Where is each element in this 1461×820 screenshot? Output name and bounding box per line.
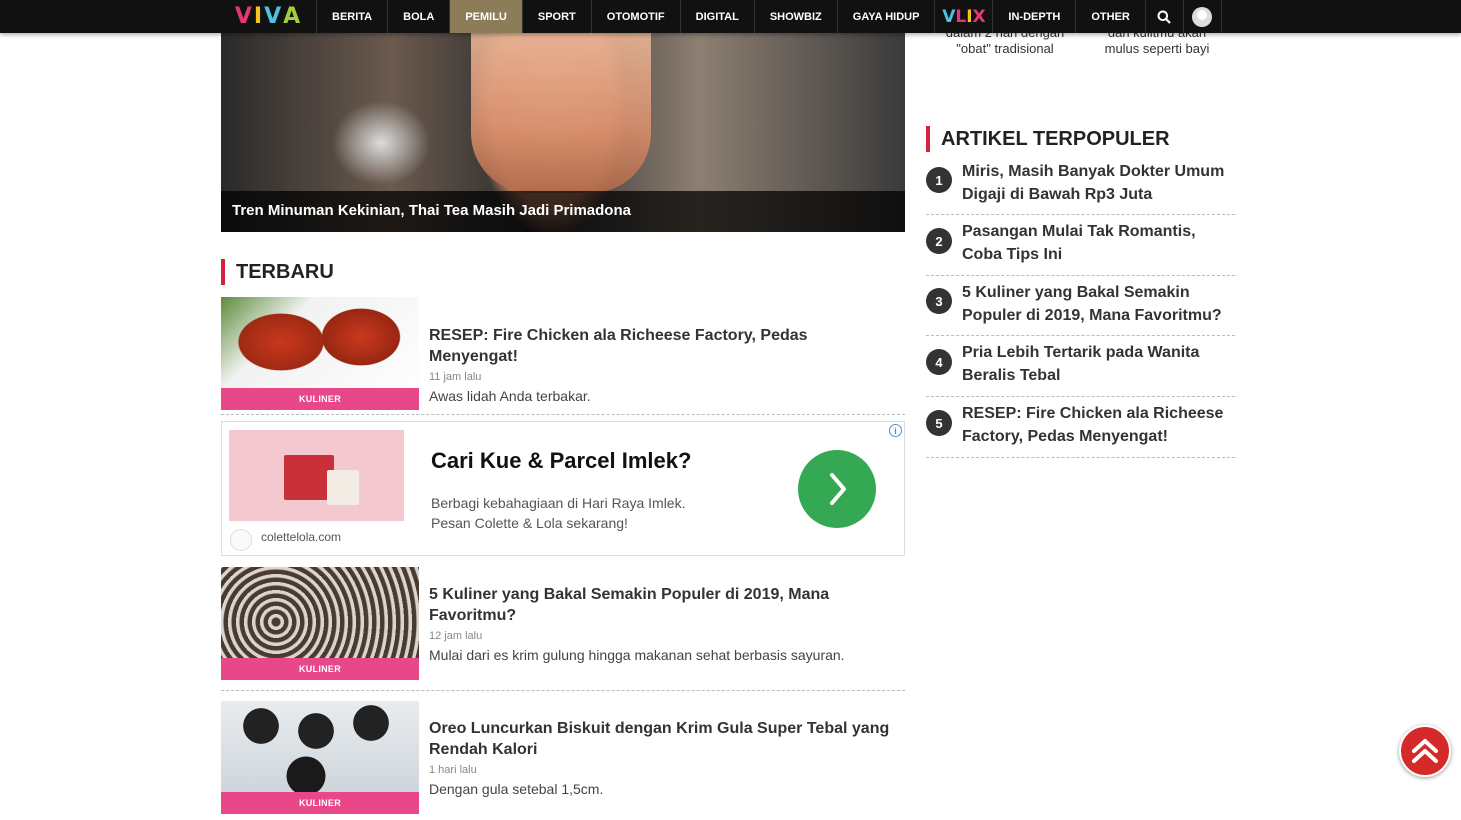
search-button[interactable] [1146,0,1184,33]
popular-item[interactable]: 3 5 Kuliner yang Bakal Semakin Populer d… [926,276,1235,336]
section-title-text: TERBARU [236,260,334,283]
article-title[interactable]: Oreo Luncurkan Biskuit dengan Krim Gula … [429,718,899,760]
popular-item-title[interactable]: Pasangan Mulai Tak Romantis, Coba Tips I… [962,221,1232,266]
nav-item-berita[interactable]: BERITA [317,0,389,33]
popular-item[interactable]: 2 Pasangan Mulai Tak Romantis, Coba Tips… [926,215,1235,276]
double-chevron-up-icon [1412,739,1438,763]
article-body: 5 Kuliner yang Bakal Semakin Populer di … [429,584,899,663]
article-thumbnail[interactable]: KULINER [221,701,419,814]
section-title-text: ARTIKEL TERPOPULER [941,127,1170,150]
popular-item[interactable]: 5 RESEP: Fire Chicken ala Richeese Facto… [926,397,1235,458]
article-time: 12 jam lalu [429,630,483,642]
user-account-button[interactable] [1184,0,1222,33]
ad-open-button[interactable] [798,450,876,528]
logo-letter: I [253,4,265,29]
popular-item[interactable]: 1 Miris, Masih Banyak Dokter Umum Digaji… [926,160,1235,215]
article-body: RESEP: Fire Chicken ala Richeese Factory… [429,325,899,404]
popular-item-title[interactable]: RESEP: Fire Chicken ala Richeese Factory… [962,403,1232,448]
divider [221,690,905,691]
divider [221,414,905,415]
article-title[interactable]: 5 Kuliner yang Bakal Semakin Populer di … [429,584,899,626]
popular-item-title[interactable]: Pria Lebih Tertarik pada Wanita Beralis … [962,342,1232,387]
rank-badge: 5 [926,410,952,436]
vlix-letter: V [942,6,956,27]
ad-image-parcel [327,470,359,505]
nav-item-otomotif[interactable]: OTOMOTIF [592,0,681,33]
nav-item-in-depth[interactable]: IN-DEPTH [993,0,1077,33]
rank-badge: 2 [926,228,952,254]
teaser-text: "obat" tradisional [956,41,1054,56]
nav-item-bola[interactable]: BOLA [388,0,451,33]
ad-headline[interactable]: Cari Kue & Parcel Imlek? [431,448,691,474]
user-avatar-icon [1192,6,1213,27]
nav-item-showbiz[interactable]: SHOWBIZ [755,0,838,33]
search-icon [1157,10,1172,24]
section-accent-bar [221,259,225,285]
article-desc: Mulai dari es krim gulung hingga makanan… [429,647,845,663]
category-tag[interactable]: KULINER [221,388,419,410]
rank-badge: 3 [926,288,952,314]
hero-caption[interactable]: Tren Minuman Kekinian, Thai Tea Masih Ja… [221,191,905,232]
nav-item-pemilu[interactable]: PEMILU [450,0,523,33]
vlix-logo[interactable]: VLIX [935,0,994,33]
popular-item-title[interactable]: Miris, Masih Banyak Dokter Umum Digaji d… [962,161,1232,206]
list-item[interactable]: KULINER Oreo Luncurkan Biskuit dengan Kr… [221,701,905,815]
scroll-to-top-button[interactable] [1399,725,1451,777]
vlix-letter: L [955,6,967,27]
nav-item-gaya-hidup[interactable]: GAYA HIDUP [838,0,936,33]
logo-letter: V [234,4,254,29]
list-item[interactable]: KULINER RESEP: Fire Chicken ala Richeese… [221,297,905,411]
section-accent-bar [926,126,930,152]
article-time: 11 jam lalu [429,371,482,383]
rank-badge: 4 [926,349,952,375]
article-title[interactable]: RESEP: Fire Chicken ala Richeese Factory… [429,325,899,367]
popular-item-title[interactable]: 5 Kuliner yang Bakal Semakin Populer di … [962,282,1232,327]
article-thumbnail[interactable]: KULINER [221,297,419,410]
vlix-letter: X [972,6,986,27]
article-desc: Dengan gula setebal 1,5cm. [429,781,604,797]
nav-item-sport[interactable]: SPORT [523,0,592,33]
section-title-terpopuler: ARTIKEL TERPOPULER [926,126,1170,152]
nav-item-digital[interactable]: DIGITAL [681,0,755,33]
viva-logo[interactable]: VIVA [221,0,317,33]
ad-domain[interactable]: colettelola.com [261,530,341,544]
article-body: Oreo Luncurkan Biskuit dengan Krim Gula … [429,718,899,797]
category-tag[interactable]: KULINER [221,658,419,680]
logo-letter: A [283,4,303,29]
article-desc: Awas lidah Anda terbakar. [429,388,591,404]
main-nav: VIVA BERITA BOLA PEMILU SPORT OTOMOTIF D… [221,0,1222,33]
popular-item[interactable]: 4 Pria Lebih Tertarik pada Wanita Berali… [926,336,1235,397]
list-item[interactable]: KULINER 5 Kuliner yang Bakal Semakin Pop… [221,567,905,681]
article-time: 1 hari lalu [429,764,477,776]
teaser-text: mulus seperti bayi [1104,41,1210,56]
article-thumbnail[interactable]: KULINER [221,567,419,680]
nav-item-other[interactable]: OTHER [1076,0,1146,33]
ad-advertiser-logo [230,529,252,551]
chevron-right-icon [830,473,846,505]
hero-article[interactable]: Tren Minuman Kekinian, Thai Tea Masih Ja… [221,33,905,232]
section-title-terbaru: TERBARU [221,259,334,285]
logo-letter: V [264,4,284,29]
hero-image [471,33,651,193]
category-tag[interactable]: KULINER [221,792,419,814]
info-icon[interactable]: i [889,424,902,437]
rank-badge: 1 [926,167,952,193]
ad-description: Berbagi kebahagiaan di Hari Raya Imlek. [431,495,686,511]
sponsored-ad[interactable]: Cari Kue & Parcel Imlek? Berbagi kebahag… [221,421,905,556]
top-navbar: VIVA BERITA BOLA PEMILU SPORT OTOMOTIF D… [0,0,1461,33]
ad-image[interactable] [229,430,404,521]
ad-description: Pesan Colette & Lola sekarang! [431,515,628,531]
